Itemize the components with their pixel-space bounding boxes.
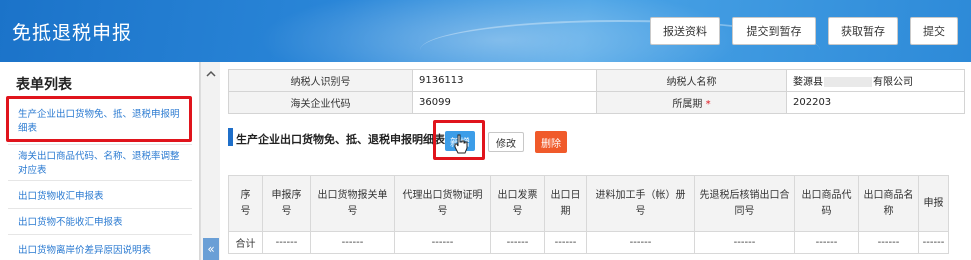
detail-grid: 序号 申报序号 出口货物报关单号 代理出口货物证明号 出口发票号 出口日期 进料… — [228, 175, 949, 254]
divider — [8, 234, 192, 235]
total-cell: ------ — [794, 231, 859, 254]
col-header: 代理出口货物证明号 — [394, 175, 491, 232]
sidebar-item-receipt-form[interactable]: 出口货物收汇申报表 — [10, 188, 190, 206]
col-header: 进料加工手（帐）册号 — [586, 175, 695, 232]
taxpayer-id-label: 纳税人识别号 — [228, 69, 413, 92]
total-cell: ------ — [918, 231, 949, 254]
total-cell: 合计 — [228, 231, 263, 254]
col-header: 出口货物报关单号 — [310, 175, 395, 232]
highlight-box — [6, 96, 192, 142]
total-cell: ------ — [394, 231, 491, 254]
col-header: 出口商品代码 — [794, 175, 859, 232]
submit-button[interactable]: 提交 — [910, 17, 958, 45]
main-content: 纳税人识别号 9136113 纳税人名称 婺源县 有限公司 海关企业代码 3609… — [220, 62, 971, 260]
app-title: 免抵退税申报 — [12, 22, 133, 44]
edit-button[interactable]: 修改 — [488, 132, 524, 152]
sidebar-item-no-receipt-form[interactable]: 出口货物不能收汇申报表 — [10, 214, 190, 232]
total-cell: ------ — [544, 231, 587, 254]
sidebar-title: 表单列表 — [16, 77, 72, 93]
redacted-block — [824, 77, 872, 87]
total-cell: ------ — [262, 231, 311, 254]
total-cell: ------ — [694, 231, 795, 254]
total-cell: ------ — [310, 231, 395, 254]
total-cell: ------ — [490, 231, 545, 254]
taxpayer-name-prefix: 婺源县 — [793, 77, 823, 88]
taxpayer-name-suffix: 有限公司 — [873, 77, 913, 88]
col-header: 序号 — [228, 175, 263, 232]
taxpayer-name-value: 婺源县 有限公司 — [786, 69, 965, 92]
get-draft-button[interactable]: 获取暂存 — [828, 17, 898, 45]
col-header: 出口发票号 — [490, 175, 545, 232]
total-row: 合计 ------ ------ ------ ------ ------ --… — [228, 231, 949, 254]
submit-materials-button[interactable]: 报送资料 — [650, 17, 720, 45]
taxpayer-name-label: 纳税人名称 — [596, 69, 787, 92]
sidebar-scrollbar[interactable]: « — [200, 62, 220, 260]
period-label-cell: 所属期 * — [596, 91, 787, 114]
period-value: 202203 — [786, 91, 965, 114]
divider — [8, 208, 192, 209]
taxpayer-id-value: 9136113 — [412, 69, 597, 92]
required-mark: * — [705, 99, 711, 110]
section-title: 生产企业出口货物免、抵、退税申报明细表 — [236, 133, 445, 146]
save-draft-button[interactable]: 提交到暂存 — [732, 17, 816, 45]
double-chevron-left-icon[interactable]: « — [203, 238, 219, 260]
chevron-up-icon[interactable] — [206, 70, 216, 81]
grid-header-row: 序号 申报序号 出口货物报关单号 代理出口货物证明号 出口发票号 出口日期 进料… — [228, 175, 949, 232]
form-list-sidebar: 表单列表 生产企业出口货物免、抵、退税申报明细表 海关出口商品代码、名称、退税率… — [0, 62, 200, 260]
taxpayer-info-table: 纳税人识别号 9136113 纳税人名称 婺源县 有限公司 海关企业代码 3609… — [228, 69, 965, 114]
col-header: 先退税后核销出口合 同号 — [694, 175, 795, 232]
col-header: 出口商品名称 — [858, 175, 919, 232]
col-header: 出口日期 — [544, 175, 587, 232]
sidebar-item-customs-code-table[interactable]: 海关出口商品代码、名称、退税率调整对应表 — [10, 148, 190, 180]
col-header: 申报 — [918, 175, 949, 232]
delete-button[interactable]: 删除 — [535, 131, 567, 153]
sidebar-item-fob-difference-form[interactable]: 出口货物离岸价差异原因说明表 — [10, 242, 190, 260]
total-cell: ------ — [858, 231, 919, 254]
col-header: 申报序号 — [262, 175, 311, 232]
total-cell: ------ — [586, 231, 695, 254]
period-label: 所属期 — [672, 99, 703, 110]
customs-code-value: 36099 — [412, 91, 597, 114]
divider — [8, 180, 192, 181]
app-header: 免抵退税申报 报送资料 提交到暂存 获取暂存 提交 — [0, 0, 971, 62]
hand-pointer-icon — [453, 134, 469, 157]
section-marker — [228, 128, 233, 146]
divider — [8, 144, 192, 145]
customs-code-label: 海关企业代码 — [228, 91, 413, 114]
